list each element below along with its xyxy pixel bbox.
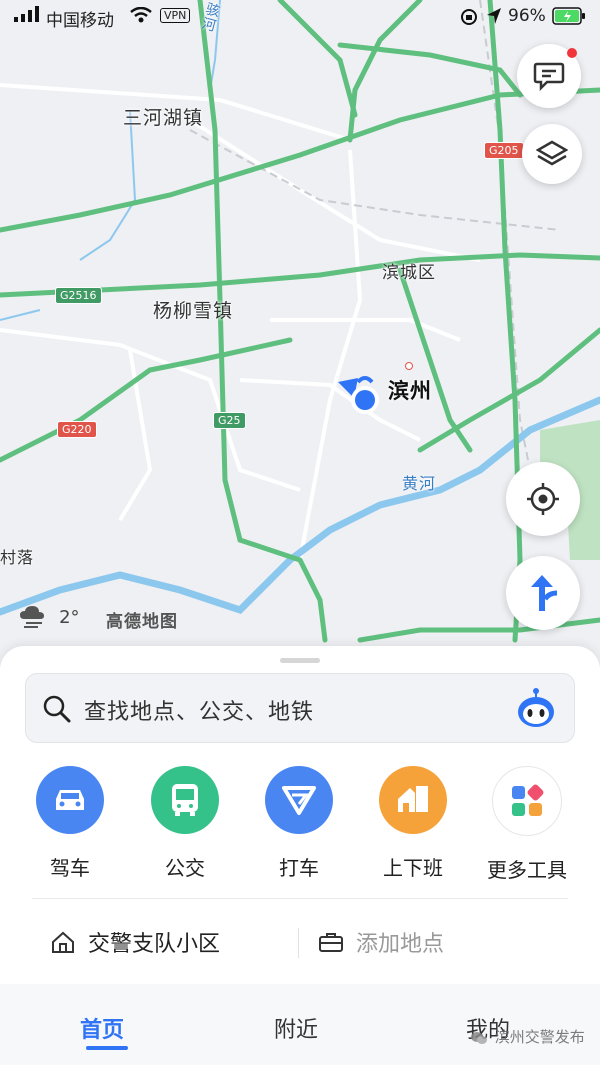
taxi-icon — [265, 766, 333, 834]
place-label-sanhe: 三河湖镇 — [123, 107, 204, 129]
assistant-robot-icon[interactable] — [514, 686, 558, 730]
shortcut-divider — [298, 928, 299, 958]
crosshair-icon — [527, 483, 559, 515]
battery-percent: 96% — [508, 6, 546, 26]
route-arrow-icon — [531, 575, 558, 611]
wechat-icon — [471, 1031, 487, 1044]
tool-bus[interactable]: 公交 — [130, 766, 240, 881]
place-label-binzhou: 滨州 — [388, 379, 432, 403]
status-bar: 中国移动 VPN 96% — [0, 0, 600, 34]
road-shield-g2516: G2516 — [55, 287, 102, 304]
carrier-label: 中国移动 — [46, 11, 114, 31]
home-icon — [52, 931, 74, 953]
location-arrow-icon — [486, 7, 502, 30]
search-placeholder: 查找地点、公交、地铁 — [84, 700, 315, 725]
locate-me-button[interactable] — [506, 462, 580, 536]
cloud-rain-icon — [20, 606, 44, 628]
tab-home[interactable]: 首页 — [80, 1012, 124, 1044]
add-place-label: 添加地点 — [356, 932, 445, 957]
tab-active-indicator — [86, 1046, 128, 1050]
tool-label: 公交 — [165, 856, 205, 880]
tool-more[interactable]: 更多工具 — [472, 766, 582, 883]
weather-widget[interactable]: 2° — [18, 603, 80, 631]
search-bar[interactable]: 查找地点、公交、地铁 — [25, 673, 575, 743]
briefcase-icon — [319, 933, 343, 952]
home-place-label: 交警支队小区 — [88, 932, 221, 957]
search-icon — [43, 695, 71, 723]
sheet-drag-handle[interactable] — [280, 658, 320, 663]
divider — [32, 898, 568, 899]
place-label-bincheng: 滨城区 — [382, 263, 436, 283]
tool-label: 上下班 — [383, 856, 443, 880]
watermark-text: 滨州交警发布 — [494, 1028, 585, 1046]
tool-taxi[interactable]: 打车 — [244, 766, 354, 881]
tool-commute[interactable]: 上下班 — [358, 766, 468, 881]
amap-logo: 高德地图 — [106, 612, 178, 632]
home-place-shortcut[interactable]: 交警支队小区 — [50, 926, 220, 958]
commute-icon — [379, 766, 447, 834]
tab-bar: 首页 附近 我的 滨州交警发布 — [0, 984, 600, 1065]
route-button[interactable] — [506, 556, 580, 630]
watermark: 滨州交警发布 — [470, 1026, 585, 1047]
signal-icon — [14, 6, 40, 27]
layers-icon — [536, 140, 568, 166]
tab-nearby[interactable]: 附近 — [274, 1012, 318, 1044]
temperature-text: 2° — [59, 606, 80, 628]
layers-button[interactable] — [522, 124, 582, 184]
current-location-marker[interactable] — [336, 370, 388, 426]
place-label-yangliu: 杨柳雪镇 — [153, 300, 234, 322]
location-dot-icon — [338, 376, 379, 414]
bus-icon — [151, 766, 219, 834]
wifi-icon — [130, 6, 152, 28]
vpn-badge: VPN — [160, 8, 191, 23]
battery-icon — [552, 6, 586, 31]
tool-label: 更多工具 — [487, 858, 567, 882]
notification-dot — [567, 48, 577, 58]
message-button[interactable] — [517, 44, 581, 108]
car-icon — [36, 766, 104, 834]
river-label-huanghe: 黄河 — [402, 474, 437, 493]
road-shield-g25: G25 — [213, 412, 246, 429]
place-label-cunluo: 村落 — [0, 548, 35, 567]
chat-bubble-icon — [533, 62, 565, 91]
tool-drive[interactable]: 驾车 — [15, 766, 125, 881]
tool-label: 驾车 — [50, 856, 90, 880]
city-marker-icon — [405, 362, 413, 370]
more-tools-icon — [492, 766, 562, 836]
road-shield-g205: G205 — [484, 142, 524, 159]
map-view[interactable]: 中国移动 VPN 96% 三河湖镇 杨柳雪镇 滨城区 滨州 黄河 村落 骇河 G… — [0, 0, 600, 680]
tool-label: 打车 — [279, 856, 319, 880]
road-shield-g220: G220 — [57, 421, 97, 438]
add-place-shortcut[interactable]: 添加地点 — [318, 926, 444, 958]
orientation-lock-icon — [460, 8, 478, 31]
